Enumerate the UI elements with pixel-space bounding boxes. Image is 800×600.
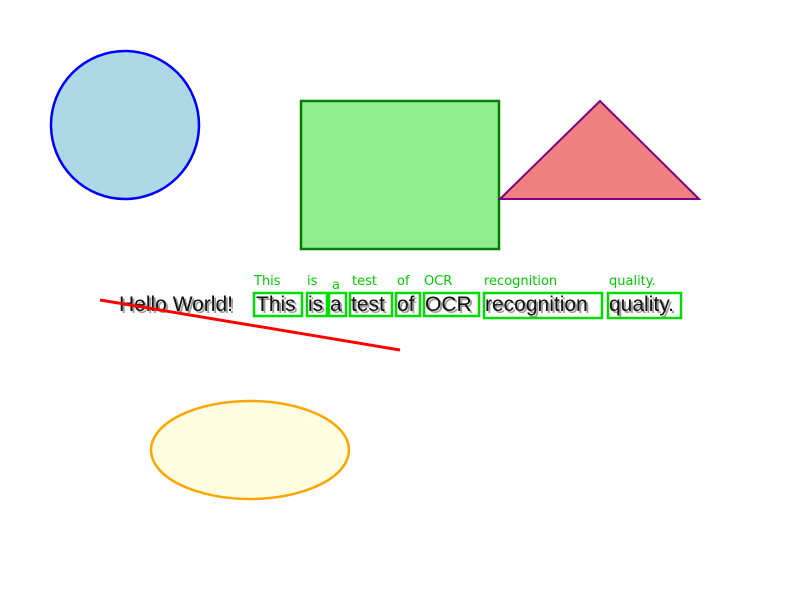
word-text: a bbox=[330, 293, 342, 316]
word-text: quality. bbox=[609, 293, 674, 316]
ocr-label: quality. bbox=[609, 274, 656, 289]
ocr-label: of bbox=[397, 274, 410, 289]
ocr-labels: This is a test of OCR recognition qualit… bbox=[253, 274, 656, 293]
word-text: This bbox=[256, 293, 296, 316]
word-text: of bbox=[397, 293, 415, 316]
ocr-label: OCR bbox=[424, 274, 452, 289]
word-text: test bbox=[351, 293, 385, 316]
ocr-label: is bbox=[307, 274, 318, 289]
word-text: is bbox=[308, 293, 323, 316]
ocr-label: recognition bbox=[484, 274, 557, 289]
word-text: OCR bbox=[425, 293, 472, 316]
yellow-ellipse bbox=[149, 399, 351, 501]
red-triangle bbox=[497, 99, 702, 200]
green-rectangle bbox=[299, 99, 501, 251]
ocr-label: test bbox=[352, 274, 377, 289]
ocr-label: a bbox=[332, 278, 340, 293]
ocr-label: This bbox=[253, 274, 281, 289]
drawing-canvas: This is a test of OCR recognition qualit… bbox=[49, 49, 702, 501]
blue-circle bbox=[49, 49, 201, 201]
word-text: recognition bbox=[485, 293, 588, 316]
